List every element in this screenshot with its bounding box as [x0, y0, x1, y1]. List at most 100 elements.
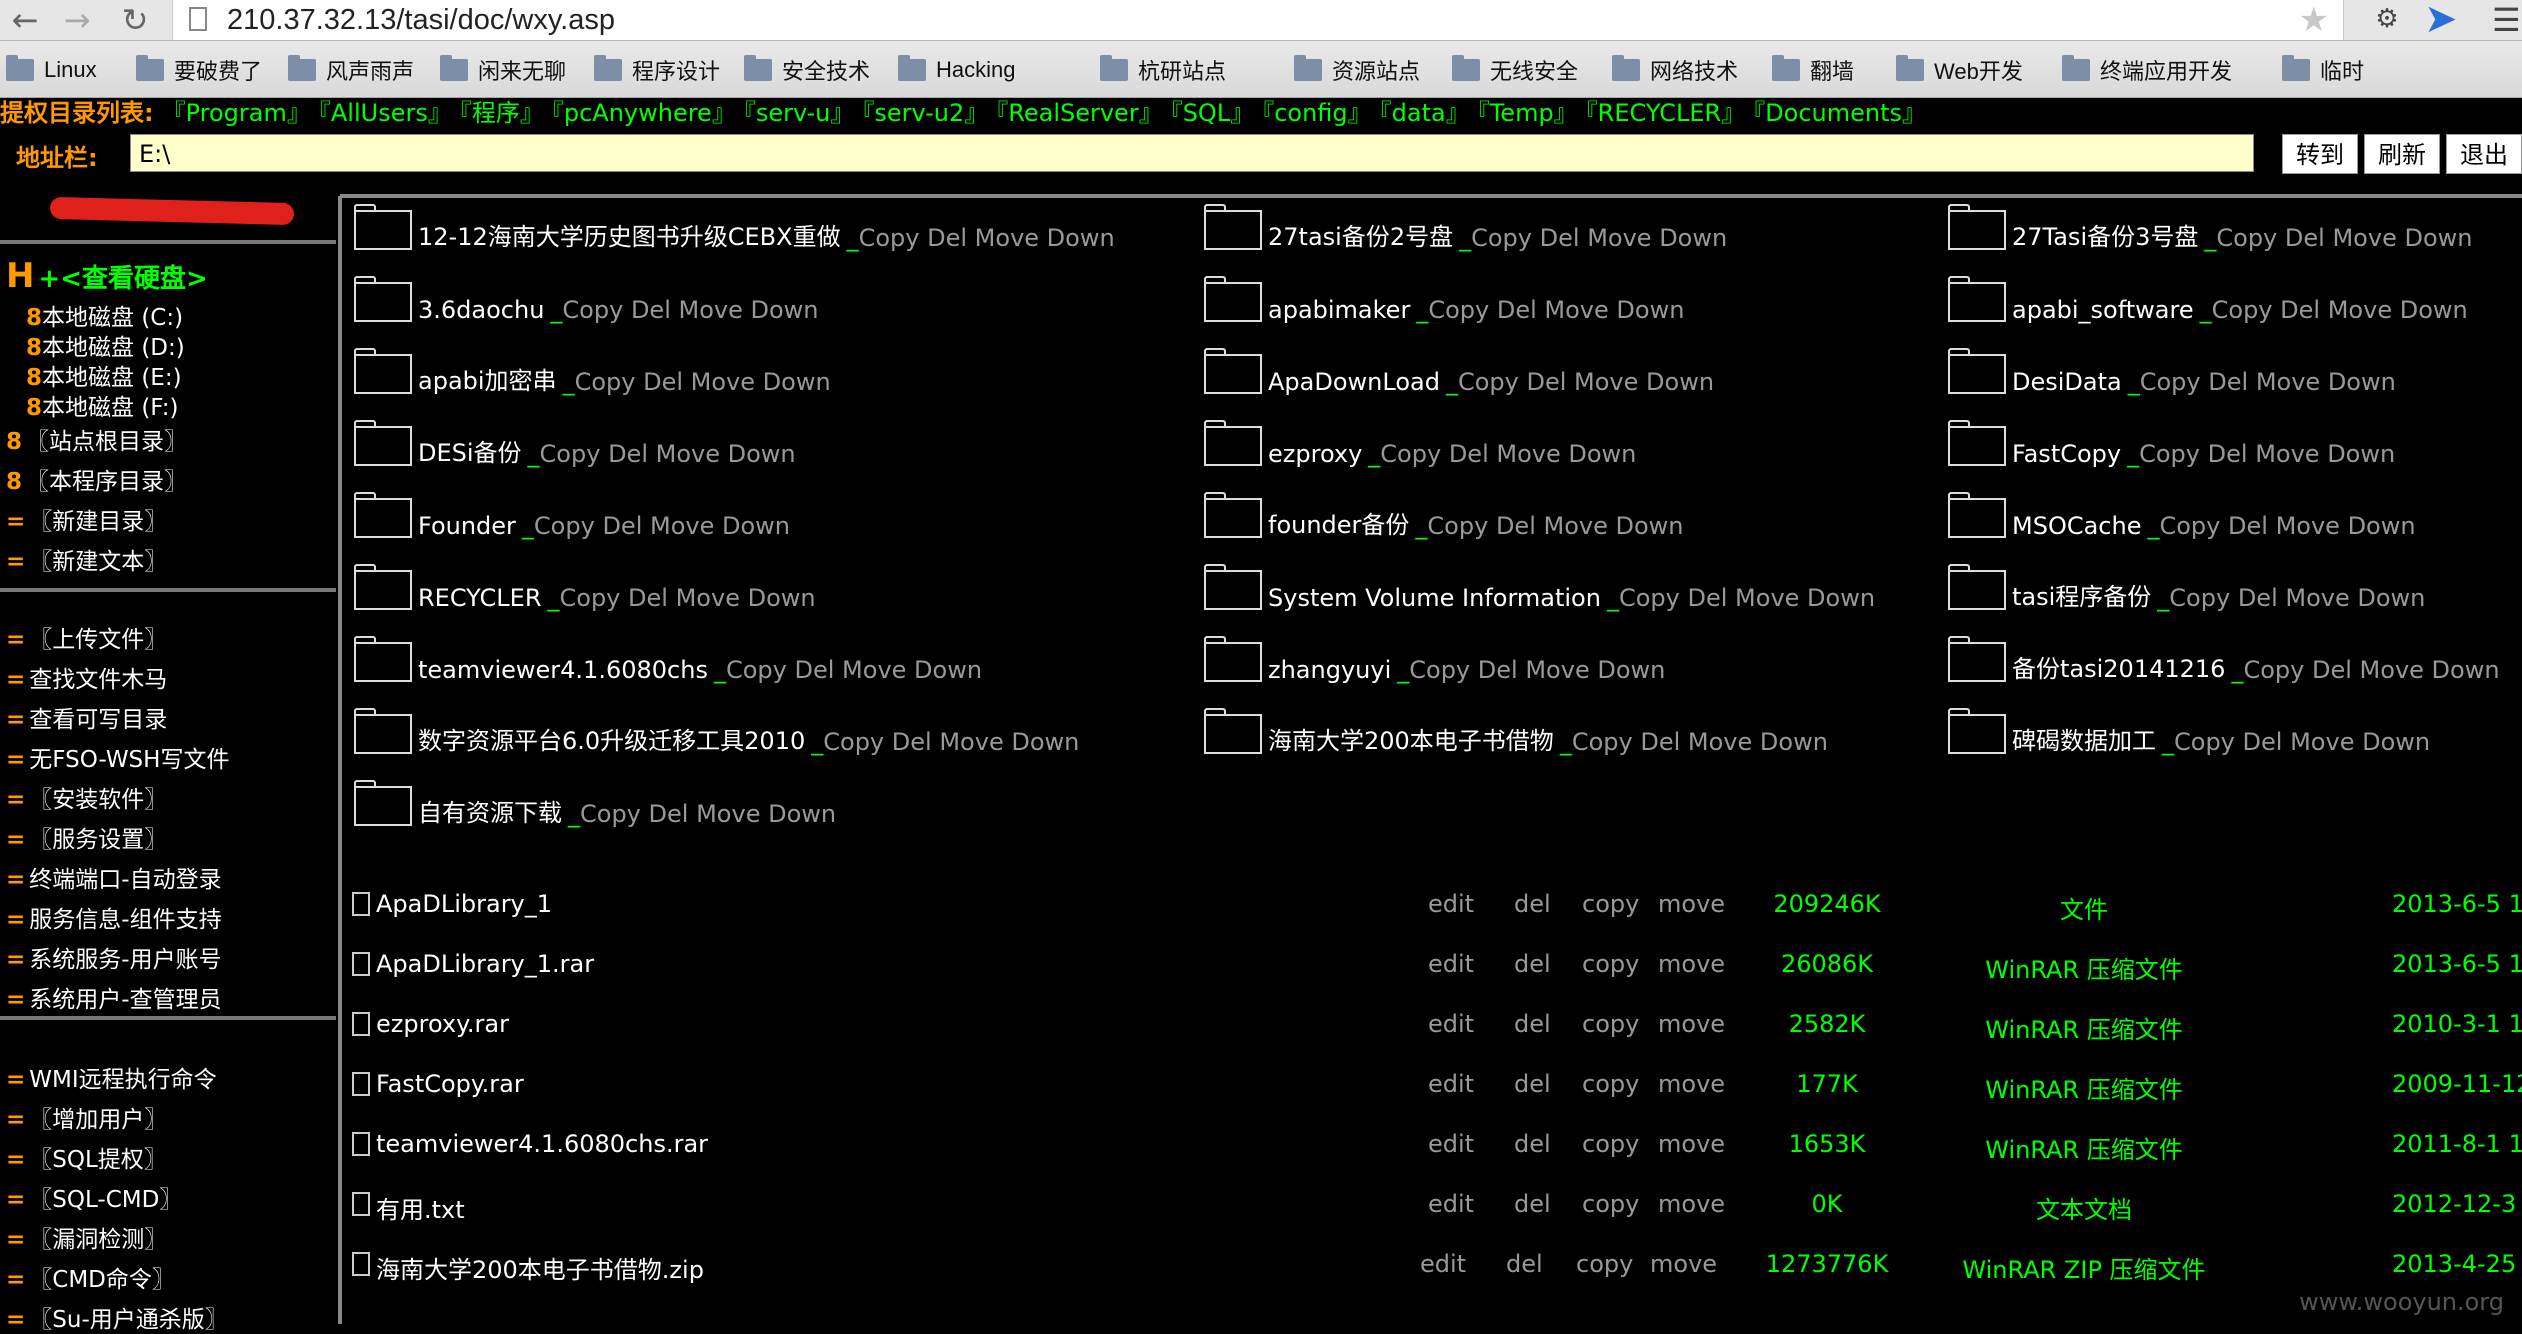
folder-down-link[interactable]: Down [1047, 224, 1115, 252]
file-copy-link[interactable]: copy [1582, 1190, 1639, 1218]
folder-name[interactable]: 数字资源平台6.0升级迁移工具2010 [418, 721, 805, 756]
file-del-link[interactable]: del [1514, 1070, 1551, 1098]
folder-move-link[interactable]: Move [2290, 728, 2354, 756]
file-del-link[interactable]: del [1506, 1250, 1543, 1278]
folder-del-link[interactable]: Del [1640, 728, 1680, 756]
folder-move-link[interactable]: Move [939, 728, 1003, 756]
sidebar-menu-item[interactable]: = WMI远程执行命令 [6, 1060, 217, 1094]
folder-down-link[interactable]: Down [2357, 584, 2425, 612]
file-edit-link[interactable]: edit [1428, 890, 1474, 918]
folder-del-link[interactable]: Del [1540, 224, 1580, 252]
bookmark-item[interactable]: 程序设计 [594, 55, 720, 85]
folder-down-link[interactable]: Down [1760, 728, 1828, 756]
sidebar-menu-item[interactable]: = 查看可写目录 [6, 700, 167, 734]
sidebar-menu-item[interactable]: = 终端端口-自动登录 [6, 860, 222, 894]
folder-item[interactable]: 3.6daochu _Copy Del Move Down [354, 276, 819, 324]
folder-move-link[interactable]: Move [1496, 440, 1560, 468]
folder-name[interactable]: 27tasi备份2号盘 [1268, 217, 1453, 252]
folder-del-link[interactable]: Del [2228, 512, 2268, 540]
folder-copy-link[interactable]: Copy [1572, 728, 1633, 756]
file-name[interactable]: ApaDLibrary_1 [376, 890, 552, 918]
folder-move-link[interactable]: Move [650, 512, 714, 540]
privilege-dir-link[interactable]: 『serv-u2』 [862, 99, 988, 127]
file-move-link[interactable]: move [1658, 1130, 1725, 1158]
sidebar-menu-item[interactable]: = 〖漏洞检测〗 [6, 1220, 167, 1254]
sidebar-menu-item[interactable]: 8 〖本程序目录〗 [6, 462, 187, 496]
forward-arrow-icon[interactable]: → [58, 2, 96, 38]
reload-icon[interactable]: ↻ [116, 2, 154, 38]
folder-move-link[interactable]: Move [2285, 584, 2349, 612]
folder-del-link[interactable]: Del [2238, 584, 2278, 612]
folder-copy-link[interactable]: Copy [2174, 728, 2235, 756]
file-del-link[interactable]: del [1514, 1010, 1551, 1038]
folder-name[interactable]: apabi加密串 [418, 361, 557, 396]
file-copy-link[interactable]: copy [1582, 1070, 1639, 1098]
sidebar-menu-item[interactable]: = 〖新建文本〗 [6, 542, 167, 576]
folder-name[interactable]: 自有资源下载 [418, 793, 562, 828]
privilege-dir-link[interactable]: 『RECYCLER』 [1586, 99, 1746, 127]
url-bar[interactable]: 210.37.32.13/tasi/doc/wxy.asp ★ [172, 0, 2344, 40]
folder-del-link[interactable]: Del [2285, 224, 2325, 252]
folder-copy-link[interactable]: Copy [859, 224, 920, 252]
folder-move-link[interactable]: Move [2255, 440, 2319, 468]
folder-move-link[interactable]: Move [691, 368, 755, 396]
folder-down-link[interactable]: Down [1568, 440, 1636, 468]
folder-move-link[interactable]: Move [1587, 224, 1651, 252]
privilege-dir-link[interactable]: 『Program』 [162, 99, 311, 127]
folder-del-link[interactable]: Del [1497, 296, 1537, 324]
sidebar-menu-item[interactable]: = 系统服务-用户账号 [6, 940, 222, 974]
privilege-dir-link[interactable]: 『Documents』 [1753, 99, 1926, 127]
privilege-dir-link[interactable]: 『config』 [1262, 99, 1371, 127]
folder-del-link[interactable]: Del [2208, 440, 2248, 468]
folder-item[interactable]: founder备份 _Copy Del Move Down [1204, 492, 1684, 540]
sidebar-menu-item[interactable]: = 〖CMD命令〗 [6, 1260, 175, 1294]
folder-copy-link[interactable]: Copy [1380, 440, 1441, 468]
sidebar-menu-item[interactable]: = 〖新建目录〗 [6, 502, 167, 536]
folder-item[interactable]: DESi备份 _Copy Del Move Down [354, 420, 796, 468]
file-edit-link[interactable]: edit [1420, 1250, 1466, 1278]
folder-name[interactable]: 海南大学200本电子书借物 [1268, 721, 1554, 756]
folder-item[interactable]: 备份tasi20141216 _Copy Del Move Down [1948, 636, 2500, 684]
folder-item[interactable]: 自有资源下载 _Copy Del Move Down [354, 780, 836, 828]
file-edit-link[interactable]: edit [1428, 1190, 1474, 1218]
folder-copy-link[interactable]: Copy [726, 656, 787, 684]
disk-link[interactable]: 8本地磁盘 (C:) [26, 298, 183, 332]
sidebar-menu-item[interactable]: = 查找文件木马 [6, 660, 167, 694]
folder-down-link[interactable]: Down [1807, 584, 1875, 612]
folder-del-link[interactable]: Del [1478, 656, 1518, 684]
folder-down-link[interactable]: Down [1659, 224, 1727, 252]
folder-copy-link[interactable]: Copy [1427, 512, 1488, 540]
folder-name[interactable]: RECYCLER [418, 584, 542, 612]
file-edit-link[interactable]: edit [1428, 1010, 1474, 1038]
folder-copy-link[interactable]: Copy [2212, 296, 2273, 324]
folder-down-link[interactable]: Down [768, 800, 836, 828]
folder-move-link[interactable]: Move [696, 800, 760, 828]
bookmark-item[interactable]: 风声雨声 [288, 55, 414, 85]
disk-link[interactable]: 8本地磁盘 (D:) [26, 328, 185, 362]
folder-item[interactable]: 数字资源平台6.0升级迁移工具2010 _Copy Del Move Down [354, 708, 1079, 756]
file-copy-link[interactable]: copy [1582, 950, 1639, 978]
folder-down-link[interactable]: Down [2400, 296, 2468, 324]
sidebar-menu-item[interactable]: = 〖服务设置〗 [6, 820, 167, 854]
file-move-link[interactable]: move [1658, 890, 1725, 918]
folder-copy-link[interactable]: Copy [1428, 296, 1489, 324]
folder-name[interactable]: founder备份 [1268, 505, 1409, 540]
bookmark-item[interactable]: 终端应用开发 [2062, 55, 2232, 85]
folder-del-link[interactable]: Del [643, 368, 683, 396]
folder-move-link[interactable]: Move [842, 656, 906, 684]
folder-copy-link[interactable]: Copy [2139, 440, 2200, 468]
folder-item[interactable]: MSOCache _Copy Del Move Down [1948, 492, 2416, 540]
folder-name[interactable]: zhangyuyi [1268, 656, 1391, 684]
folder-item[interactable]: 27tasi备份2号盘 _Copy Del Move Down [1204, 204, 1727, 252]
folder-item[interactable]: tasi程序备份 _Copy Del Move Down [1948, 564, 2425, 612]
exit-button[interactable]: 退出 [2446, 134, 2522, 174]
bookmark-item[interactable]: 无线安全 [1452, 55, 1578, 85]
folder-item[interactable]: teamviewer4.1.6080chs _Copy Del Move Down [354, 636, 982, 684]
folder-move-link[interactable]: Move [2360, 656, 2424, 684]
folder-move-link[interactable]: Move [2276, 512, 2340, 540]
folder-del-link[interactable]: Del [2312, 656, 2352, 684]
file-move-link[interactable]: move [1658, 950, 1725, 978]
folder-copy-link[interactable]: Copy [580, 800, 641, 828]
folder-name[interactable]: 12-12海南大学历史图书升级CEBX重做 [418, 217, 841, 252]
folder-down-link[interactable]: Down [728, 440, 796, 468]
